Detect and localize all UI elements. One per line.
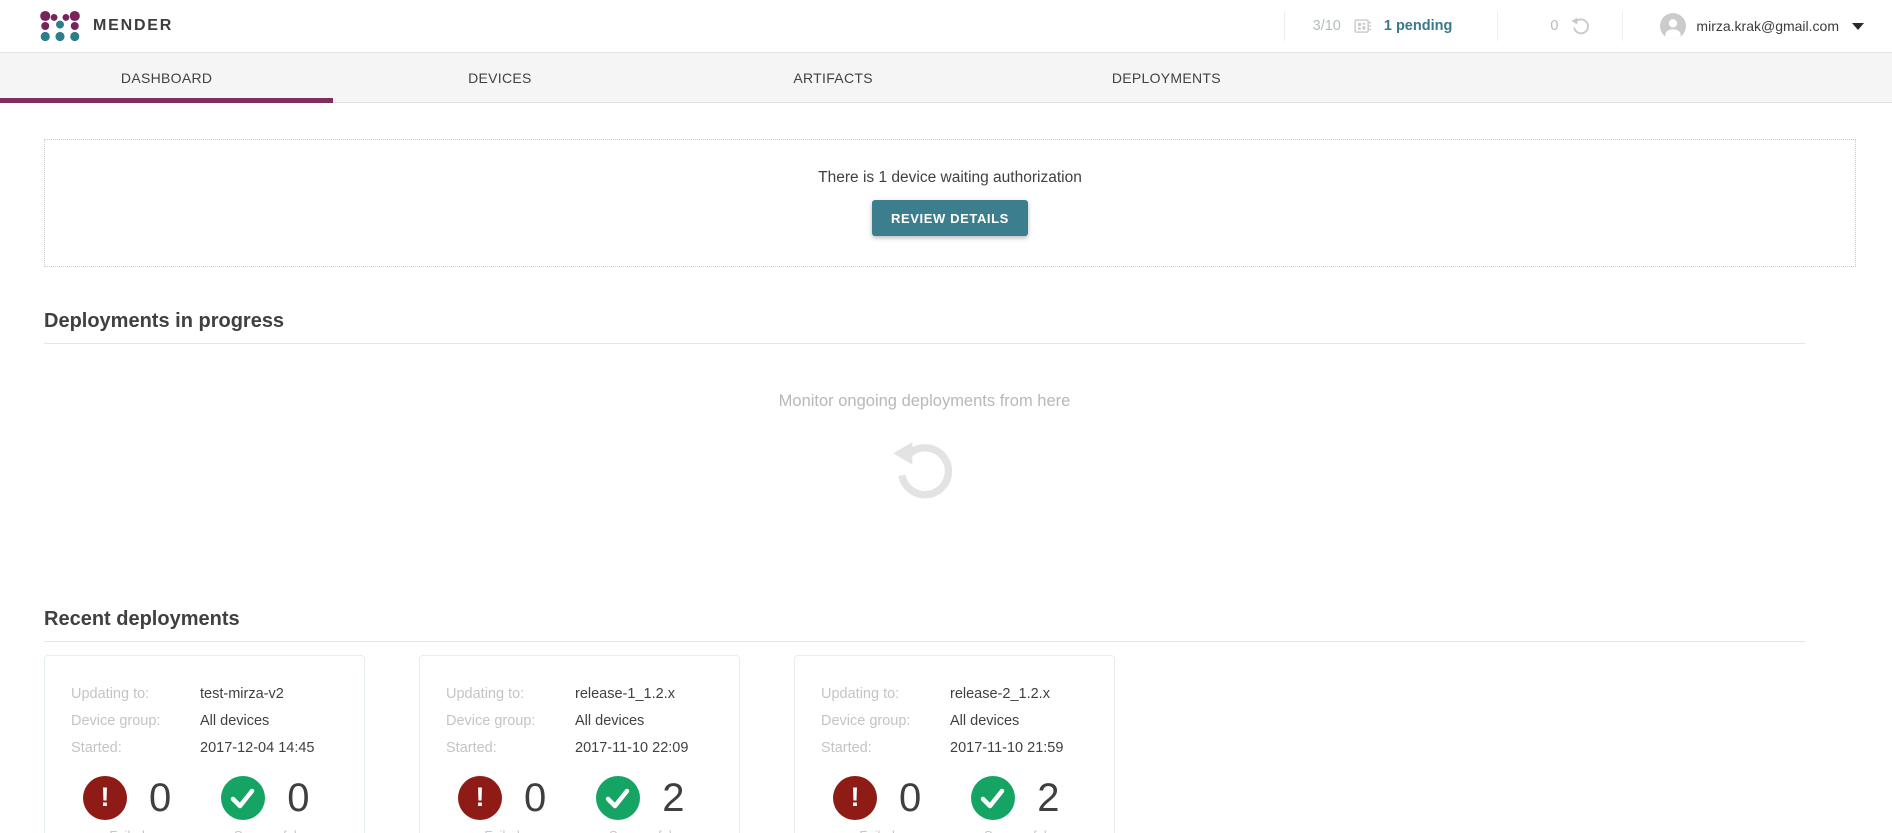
device-group-value: All devices bbox=[200, 708, 269, 735]
device-group-label: Device group: bbox=[446, 708, 575, 735]
section-title-recent: Recent deployments bbox=[44, 512, 1805, 631]
pending-authorization-banner: There is 1 device waiting authorization … bbox=[44, 139, 1856, 267]
failed-label: Failed bbox=[484, 828, 519, 833]
header-divider bbox=[1622, 11, 1623, 41]
failed-stat: ! 0 Failed bbox=[833, 776, 921, 833]
deployment-info-row: Updating to: release-2_1.2.x bbox=[821, 681, 1114, 708]
deployments-in-progress-count[interactable]: 0 bbox=[1550, 18, 1558, 34]
tab-devices[interactable]: DEVICES bbox=[333, 53, 666, 102]
section-divider bbox=[44, 343, 1805, 344]
tab-artifacts[interactable]: ARTIFACTS bbox=[667, 53, 1000, 102]
tab-dashboard[interactable]: DASHBOARD bbox=[0, 53, 333, 102]
brand-logo[interactable]: MENDER bbox=[40, 10, 173, 42]
exclamation-circle-icon: ! bbox=[458, 776, 502, 820]
device-group-value: All devices bbox=[950, 708, 1019, 735]
deployment-info-row: Updating to: test-mirza-v2 bbox=[71, 681, 364, 708]
updating-to-label: Updating to: bbox=[446, 681, 575, 708]
deployment-info-row: Started: 2017-11-10 21:59 bbox=[821, 735, 1114, 762]
header-actions: 3/10 1 pending 0 bbox=[1284, 11, 1892, 41]
deployment-stats: ! 0 Failed 2 Successful bbox=[446, 776, 739, 833]
started-label: Started: bbox=[821, 735, 950, 762]
recent-deployments-section: Recent deployments Updating to: test-mir… bbox=[44, 512, 1805, 833]
check-circle-icon bbox=[971, 776, 1015, 820]
failed-stat: ! 0 Failed bbox=[458, 776, 546, 833]
main-nav: DASHBOARD DEVICES ARTIFACTS DEPLOYMENTS bbox=[0, 52, 1892, 103]
failed-label: Failed bbox=[859, 828, 894, 833]
device-limit-count[interactable]: 3/10 bbox=[1313, 18, 1341, 34]
successful-count: 2 bbox=[662, 778, 684, 818]
updating-to-value: release-1_1.2.x bbox=[575, 681, 675, 708]
deployment-stats: ! 0 Failed 2 Successful bbox=[821, 776, 1114, 833]
refresh-icon bbox=[44, 433, 1805, 512]
check-circle-icon bbox=[221, 776, 265, 820]
account-menu[interactable]: mirza.krak@gmail.com bbox=[1660, 13, 1864, 39]
deployments-in-progress-section: Deployments in progress Monitor ongoing … bbox=[44, 267, 1805, 512]
deployment-info-row: Device group: All devices bbox=[446, 708, 739, 735]
mender-logo-icon bbox=[40, 10, 80, 42]
updating-to-label: Updating to: bbox=[821, 681, 950, 708]
deployment-card[interactable]: Updating to: release-1_1.2.x Device grou… bbox=[419, 655, 740, 833]
successful-count: 0 bbox=[287, 778, 309, 818]
header-divider bbox=[1497, 11, 1498, 41]
tab-list: DASHBOARD DEVICES ARTIFACTS DEPLOYMENTS bbox=[0, 53, 1333, 102]
deployment-info-row: Device group: All devices bbox=[71, 708, 364, 735]
deployment-info-row: Device group: All devices bbox=[821, 708, 1114, 735]
updating-to-value: release-2_1.2.x bbox=[950, 681, 1050, 708]
started-value: 2017-11-10 22:09 bbox=[575, 735, 688, 762]
started-value: 2017-11-10 21:59 bbox=[950, 735, 1063, 762]
exclamation-circle-icon: ! bbox=[83, 776, 127, 820]
successful-count: 2 bbox=[1037, 778, 1059, 818]
successful-stat: 0 Successful bbox=[221, 776, 309, 833]
updating-to-label: Updating to: bbox=[71, 681, 200, 708]
caret-down-icon[interactable] bbox=[1852, 23, 1864, 30]
app-header: MENDER 3/10 1 pending 0 bbox=[0, 0, 1892, 52]
device-group-value: All devices bbox=[575, 708, 644, 735]
brand-name: MENDER bbox=[93, 17, 173, 35]
header-divider bbox=[1284, 11, 1285, 41]
updating-to-value: test-mirza-v2 bbox=[200, 681, 284, 708]
deployment-info-row: Updating to: release-1_1.2.x bbox=[446, 681, 739, 708]
pending-devices-link[interactable]: 1 pending bbox=[1384, 18, 1452, 34]
started-label: Started: bbox=[71, 735, 200, 762]
successful-stat: 2 Successful bbox=[596, 776, 684, 833]
empty-state-message: Monitor ongoing deployments from here bbox=[44, 392, 1805, 411]
review-details-button[interactable]: REVIEW DETAILS bbox=[872, 200, 1028, 236]
failed-count: 0 bbox=[149, 778, 171, 818]
started-value: 2017-12-04 14:45 bbox=[200, 735, 315, 762]
deployment-card[interactable]: Updating to: release-2_1.2.x Device grou… bbox=[794, 655, 1115, 833]
pending-authorization-message: There is 1 device waiting authorization bbox=[45, 169, 1855, 187]
tab-deployments[interactable]: DEPLOYMENTS bbox=[1000, 53, 1333, 102]
successful-stat: 2 Successful bbox=[971, 776, 1059, 833]
avatar-icon bbox=[1660, 13, 1686, 39]
mender-app: MENDER 3/10 1 pending 0 bbox=[0, 0, 1892, 833]
successful-label: Successful bbox=[234, 828, 297, 833]
history-icon[interactable] bbox=[1570, 15, 1592, 37]
section-divider bbox=[44, 641, 1805, 642]
deployment-info-row: Started: 2017-12-04 14:45 bbox=[71, 735, 364, 762]
successful-label: Successful bbox=[984, 828, 1047, 833]
deployment-info-row: Started: 2017-11-10 22:09 bbox=[446, 735, 739, 762]
failed-label: Failed bbox=[109, 828, 144, 833]
started-label: Started: bbox=[446, 735, 575, 762]
in-progress-empty-state: Monitor ongoing deployments from here bbox=[44, 392, 1805, 512]
deployment-stats: ! 0 Failed 0 Successful bbox=[71, 776, 364, 833]
check-circle-icon bbox=[596, 776, 640, 820]
device-group-label: Device group: bbox=[71, 708, 200, 735]
failed-stat: ! 0 Failed bbox=[83, 776, 171, 833]
successful-label: Successful bbox=[609, 828, 672, 833]
deployment-card[interactable]: Updating to: test-mirza-v2 Device group:… bbox=[44, 655, 365, 833]
user-email: mirza.krak@gmail.com bbox=[1696, 18, 1839, 34]
recent-deployments-list: Updating to: test-mirza-v2 Device group:… bbox=[44, 655, 1805, 833]
exclamation-circle-icon: ! bbox=[833, 776, 877, 820]
failed-count: 0 bbox=[899, 778, 921, 818]
failed-count: 0 bbox=[524, 778, 546, 818]
section-title-in-progress: Deployments in progress bbox=[44, 267, 1805, 333]
developer-board-icon bbox=[1353, 17, 1372, 36]
device-group-label: Device group: bbox=[821, 708, 950, 735]
